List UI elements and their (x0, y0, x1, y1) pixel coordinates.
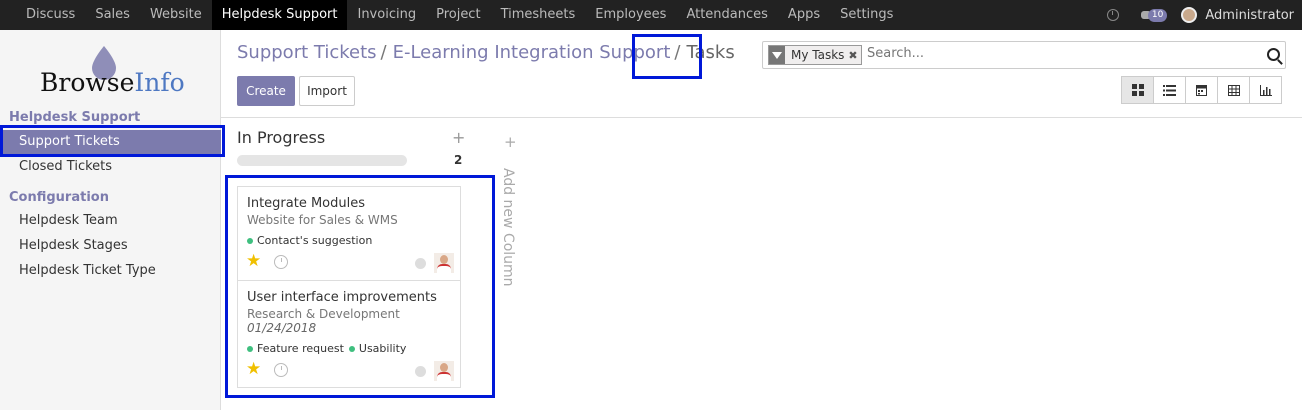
menu-project[interactable]: Project (426, 0, 490, 30)
import-button[interactable]: Import (299, 76, 355, 106)
user-avatar[interactable] (1181, 7, 1198, 23)
kanban-card[interactable]: User interface improvements Research & D… (237, 280, 461, 388)
top-navbar: Discuss Sales Website Helpdesk Support I… (0, 0, 1302, 30)
breadcrumb-support-tickets[interactable]: Support Tickets (237, 42, 377, 63)
card-tags: Feature request Usability (247, 342, 411, 355)
menu-helpdesk-support[interactable]: Helpdesk Support (211, 0, 348, 30)
card-title: User interface improvements (247, 290, 437, 305)
list-view-button[interactable] (1153, 76, 1186, 104)
filter-icon (769, 46, 785, 64)
activity-clock-icon[interactable] (274, 363, 288, 377)
activity-clock-icon[interactable] (274, 255, 288, 269)
breadcrumb-separator: / (674, 42, 681, 63)
sidebar-section-helpdesk: Helpdesk Support (9, 110, 141, 125)
list-icon (1163, 84, 1176, 96)
assignee-avatar (434, 361, 454, 381)
column-record-count: 2 (454, 153, 463, 167)
tag: Usability (348, 342, 406, 355)
menu-website[interactable]: Website (140, 0, 212, 30)
search-bar: My Tasks ✖ (762, 41, 1286, 69)
create-button[interactable]: Create (237, 76, 295, 106)
app-menu: Discuss Sales Website Helpdesk Support I… (0, 0, 903, 30)
content-divider (221, 117, 1302, 118)
kanban-column-title[interactable]: In Progress (237, 128, 325, 147)
graph-view-button[interactable] (1249, 76, 1282, 104)
systray: 10 Administrator (1106, 0, 1294, 30)
card-project: Research & Development (247, 307, 400, 321)
card-tags: Contact's suggestion (247, 234, 377, 247)
card-title: Integrate Modules (247, 196, 366, 211)
add-column-plus-icon[interactable]: + (504, 133, 517, 151)
add-new-column[interactable]: Add new Column (500, 168, 516, 287)
sidebar-item-helpdesk-team[interactable]: Helpdesk Team (0, 209, 221, 233)
activity-clock-icon[interactable] (1106, 9, 1119, 21)
sidebar: BrowseInfo Helpdesk Support Support Tick… (0, 30, 221, 410)
menu-sales[interactable]: Sales (85, 0, 140, 30)
browseinfo-logo: BrowseInfo (40, 44, 190, 100)
search-facet-my-tasks: My Tasks ✖ (768, 45, 862, 65)
card-project: Website for Sales & WMS (247, 213, 398, 227)
menu-settings[interactable]: Settings (830, 0, 903, 30)
breadcrumb-elearning[interactable]: E-Learning Integration Support (393, 42, 671, 63)
priority-star-icon[interactable]: ★ (246, 361, 261, 378)
sidebar-item-closed-tickets[interactable]: Closed Tickets (0, 155, 221, 179)
search-icon[interactable] (1267, 48, 1280, 61)
kanban-icon (1131, 84, 1144, 96)
priority-star-icon[interactable]: ★ (246, 253, 261, 270)
remove-facet-icon[interactable]: ✖ (848, 49, 860, 62)
calendar-icon (1196, 85, 1207, 96)
tag: Contact's suggestion (247, 234, 372, 247)
tag-dot-icon (247, 237, 253, 244)
menu-employees[interactable]: Employees (585, 0, 676, 30)
card-deadline: 01/24/2018 (247, 321, 317, 335)
calendar-view-button[interactable] (1185, 76, 1218, 104)
kanban-state-icon[interactable] (415, 258, 426, 269)
menu-apps[interactable]: Apps (778, 0, 830, 30)
kanban-view-button[interactable] (1121, 76, 1154, 104)
kanban-state-icon[interactable] (415, 366, 426, 377)
search-input[interactable] (867, 46, 1247, 61)
quick-create-icon[interactable]: + (452, 128, 465, 147)
menu-invoicing[interactable]: Invoicing (347, 0, 426, 30)
assignee-avatar (434, 253, 454, 273)
breadcrumb: Support Tickets / E-Learning Integration S… (237, 42, 735, 63)
pivot-view-button[interactable] (1217, 76, 1250, 104)
message-count-badge: 10 (1147, 8, 1168, 22)
tag-dot-icon (247, 345, 253, 352)
breadcrumb-separator: / (380, 42, 387, 63)
menu-attendances[interactable]: Attendances (676, 0, 777, 30)
tag: Feature request (247, 342, 344, 355)
column-progress-bar (237, 155, 407, 166)
table-icon (1227, 84, 1240, 96)
user-name[interactable]: Administrator (1205, 8, 1294, 23)
breadcrumb-current-tasks: Tasks (686, 42, 735, 63)
bar-chart-icon (1259, 84, 1272, 96)
logo-text: BrowseInfo (40, 68, 185, 97)
facet-label: My Tasks (791, 48, 845, 62)
sidebar-section-configuration: Configuration (9, 190, 109, 205)
menu-discuss[interactable]: Discuss (16, 0, 85, 30)
sidebar-item-helpdesk-ticket-type[interactable]: Helpdesk Ticket Type (0, 259, 221, 283)
view-switcher (1121, 76, 1282, 104)
messaging-menu[interactable]: 10 (1140, 8, 1168, 22)
sidebar-item-support-tickets[interactable]: Support Tickets (0, 130, 221, 154)
tag-dot-icon (348, 345, 355, 352)
menu-timesheets[interactable]: Timesheets (491, 0, 586, 30)
kanban-card[interactable]: Integrate Modules Website for Sales & WM… (237, 186, 461, 281)
sidebar-item-helpdesk-stages[interactable]: Helpdesk Stages (0, 234, 221, 258)
